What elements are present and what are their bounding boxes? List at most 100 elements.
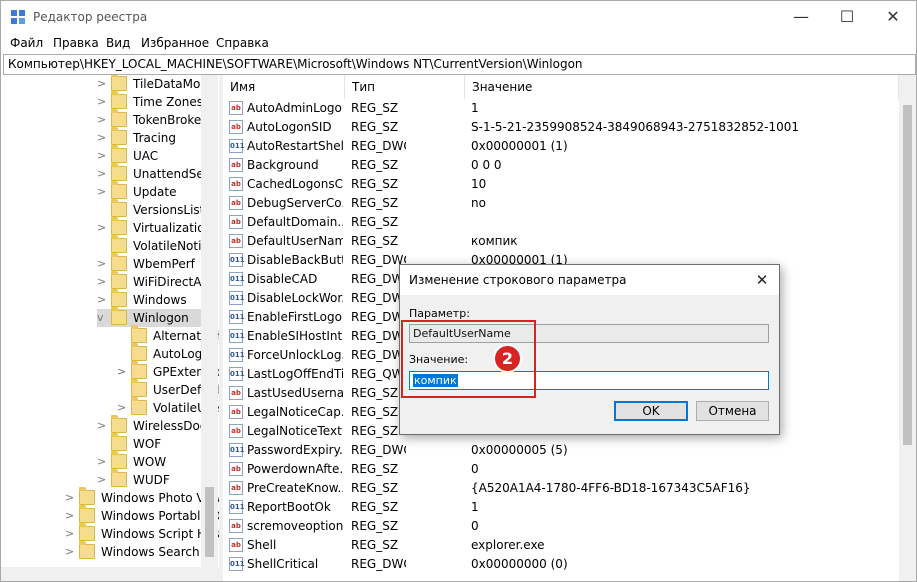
table-row[interactable]: 011ShellCritical REG_DWORD 0x00000000 (0) (223, 555, 899, 574)
menu-help[interactable]: Справка (216, 36, 269, 50)
chevron-right-icon[interactable]: > (97, 185, 107, 199)
tree-item[interactable]: > Windows Portable D (65, 505, 219, 525)
column-header-name[interactable]: Имя (223, 75, 345, 99)
tree-item[interactable]: > Windows Script Hos (65, 523, 219, 543)
title-bar[interactable]: Редактор реестра — ☐ ✕ (1, 1, 916, 33)
values-scroll-thumb[interactable] (903, 105, 912, 445)
folder-icon (79, 541, 95, 559)
cell-name: ForceUnlockLog... (247, 348, 343, 362)
chevron-right-icon[interactable]: > (97, 257, 107, 271)
chevron-down-icon[interactable]: v (97, 311, 107, 325)
registry-tree[interactable]: > TileDataMode > Time Zones > TokenBroker > Tra… (1, 75, 219, 568)
chevron-right-icon[interactable]: > (65, 509, 75, 523)
tree-item[interactable]: > Windows Search (65, 541, 217, 561)
chevron-right-icon[interactable]: > (97, 221, 107, 235)
binary-value-icon: 011 (229, 139, 245, 153)
tree-item[interactable]: v Winlogon (97, 307, 217, 327)
chevron-right-icon[interactable]: > (97, 419, 107, 433)
table-row[interactable]: ab Shell REG_SZ explorer.exe (223, 536, 899, 555)
table-row[interactable]: ab DefaultUserName REG_SZ компик (223, 232, 899, 251)
chevron-right-icon[interactable]: > (65, 545, 75, 559)
table-row[interactable]: 011 ReportBootOk REG_SZ 1 (223, 498, 899, 517)
cell-name: CachedLogonsC... (247, 177, 343, 191)
tree-scroll-thumb[interactable] (205, 487, 214, 557)
table-row[interactable]: 011PasswordExpiry... REG_DWORD 0x00000005 … (223, 441, 899, 460)
tree-scrollbar[interactable] (201, 75, 218, 568)
chevron-right-icon[interactable]: > (97, 149, 107, 163)
binary-value-icon: 011 (229, 443, 245, 457)
tree-item-label: UAC (133, 149, 159, 163)
cell-name: DisableLockWor... (247, 291, 343, 305)
chevron-right-icon[interactable]: > (65, 527, 75, 541)
chevron-right-icon[interactable]: > (117, 365, 127, 379)
minimize-button[interactable]: — (778, 1, 824, 33)
chevron-right-icon[interactable]: > (97, 275, 107, 289)
chevron-right-icon[interactable]: > (97, 77, 107, 91)
dialog-close-icon[interactable]: ✕ (747, 265, 777, 295)
cell-type: REG_DWORD (351, 139, 406, 153)
string-value-icon: ab (229, 158, 243, 172)
maximize-button[interactable]: ☐ (824, 1, 870, 33)
cell-type: REG_DWO (351, 291, 406, 305)
table-row[interactable]: ab AutoAdminLogon REG_SZ 1 (223, 99, 899, 118)
chevron-right-icon[interactable]: > (97, 473, 107, 487)
chevron-right-icon[interactable]: > (97, 131, 107, 145)
tree-item-label: Time Zones (133, 95, 203, 109)
menu-file[interactable]: Файл (10, 36, 43, 50)
table-row[interactable]: ab PreCreateKnow... REG_SZ {A520A1A4-1780-4… (223, 479, 899, 498)
table-row[interactable]: ab AutoLogonSID REG_SZ S-1-5-21-2359908524-… (223, 118, 899, 137)
cell-name: scremoveoption (247, 519, 343, 533)
cell-name: PasswordExpiry... (247, 443, 343, 457)
cell-type: REG_QWO (351, 367, 406, 381)
binary-value-icon: 011 (229, 348, 245, 362)
chevron-right-icon[interactable]: > (117, 401, 127, 415)
cancel-button[interactable]: Отмена (696, 401, 769, 421)
menu-favorites[interactable]: Избранное (141, 36, 209, 50)
ok-button[interactable]: OK (614, 401, 688, 421)
tree-item-label: WOW (133, 455, 167, 469)
chevron-right-icon[interactable]: > (97, 167, 107, 181)
column-header-type[interactable]: Тип (345, 75, 465, 99)
table-row[interactable]: ab CachedLogonsC... REG_SZ 10 (223, 175, 899, 194)
address-bar[interactable]: Компьютер\HKEY_LOCAL_MACHINE\SOFTWARE\Mi… (3, 54, 916, 75)
tree-item[interactable]: > WUDF (97, 469, 217, 489)
chevron-right-icon[interactable]: > (97, 455, 107, 469)
folder-icon (131, 361, 147, 379)
menu-view[interactable]: Вид (106, 36, 130, 50)
column-header-value[interactable]: Значение (465, 75, 899, 99)
cell-data: 0x00000000 (0) (471, 557, 568, 571)
cell-name: LastUsedUserna... (247, 386, 343, 400)
dialog-title-bar[interactable]: Изменение строкового параметра ✕ (400, 265, 779, 295)
chevron-right-icon[interactable]: > (97, 113, 107, 127)
folder-icon (111, 235, 127, 253)
table-row[interactable]: ab scremoveoption REG_SZ 0 (223, 517, 899, 536)
cell-name: DefaultUserName (247, 234, 343, 248)
tree-item-label: VersionsList (133, 203, 205, 217)
chevron-right-icon[interactable]: > (65, 491, 75, 505)
table-row[interactable]: ab Background REG_SZ 0 0 0 (223, 156, 899, 175)
table-row[interactable]: ab PowerdownAfte... REG_SZ 0 (223, 460, 899, 479)
folder-icon (131, 343, 147, 361)
tree-item-label: Windows Search (101, 545, 200, 559)
table-row[interactable]: ab DefaultDomain... REG_SZ (223, 213, 899, 232)
close-button[interactable]: ✕ (870, 1, 916, 33)
tree-item[interactable]: > Windows Photo View (65, 487, 219, 507)
cell-name: DefaultDomain... (247, 215, 343, 229)
folder-icon (111, 217, 127, 235)
chevron-right-icon (117, 383, 127, 397)
string-value-icon: ab (229, 215, 243, 229)
string-value-icon: ab (229, 481, 243, 495)
table-row[interactable]: ab DebugServerCo... REG_SZ no (223, 194, 899, 213)
menu-bar: Файл Правка Вид Избранное Справка (1, 33, 916, 53)
cell-data: no (471, 196, 486, 210)
chevron-right-icon[interactable]: > (97, 293, 107, 307)
menu-edit[interactable]: Правка (53, 36, 99, 50)
values-scrollbar[interactable] (899, 75, 916, 581)
table-row[interactable]: 011AutoRestartShell REG_DWORD 0x00000001 (… (223, 137, 899, 156)
tree-horizontal-scrollbar[interactable] (1, 567, 219, 581)
cell-type: REG_SZ (351, 101, 399, 115)
chevron-right-icon[interactable]: > (97, 95, 107, 109)
folder-icon (111, 109, 127, 127)
cell-name: EnableFirstLogo... (247, 310, 343, 324)
tree-item-label: Winlogon (133, 311, 189, 325)
